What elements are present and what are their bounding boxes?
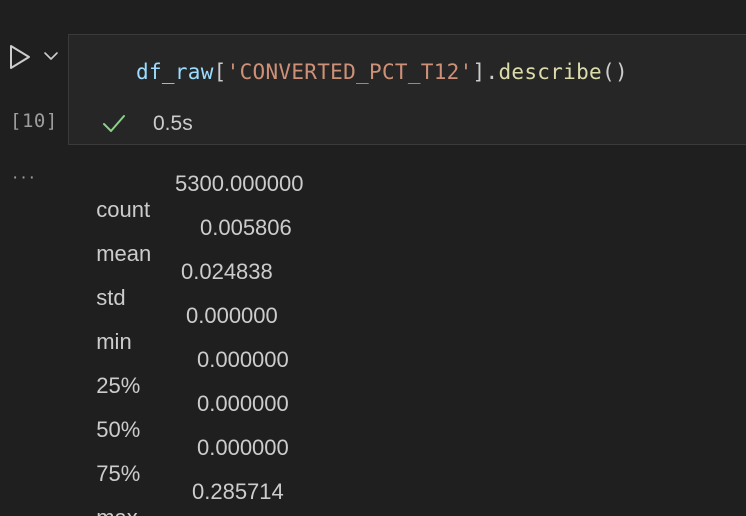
output-row-value: 0.024838 xyxy=(181,259,273,284)
code-cell-input[interactable]: df_raw['CONVERTED_PCT_T12'].describe() 0… xyxy=(68,34,746,145)
code-line[interactable]: df_raw['CONVERTED_PCT_T12'].describe() xyxy=(136,60,628,84)
output-row-value: 0.000000 xyxy=(197,435,289,460)
chevron-down-icon xyxy=(44,52,58,60)
output-row-value: 0.005806 xyxy=(200,215,292,240)
code-string-literal: 'CONVERTED_PCT_T12' xyxy=(226,60,473,84)
execution-count: [10] xyxy=(10,110,58,132)
output-row: max 0.285714 xyxy=(84,479,284,516)
code-open-bracket: [ xyxy=(213,60,227,84)
ellipsis-icon[interactable]: ··· xyxy=(12,168,37,187)
output-row-value: 0.000000 xyxy=(186,303,278,328)
output-row-value: 0.000000 xyxy=(197,391,289,416)
execution-duration: 0.5s xyxy=(153,112,193,135)
output-row-value: 5300.000000 xyxy=(175,171,304,196)
code-close-bracket: ] xyxy=(472,60,486,84)
code-variable: df_raw xyxy=(136,60,214,84)
play-icon xyxy=(10,45,30,69)
check-icon xyxy=(103,115,125,132)
output-row-value: 0.000000 xyxy=(197,347,289,372)
output-row-value: 0.285714 xyxy=(192,479,284,504)
run-options-button[interactable] xyxy=(43,49,59,63)
code-dot: . xyxy=(485,60,499,84)
code-parens: () xyxy=(602,60,628,84)
run-cell-button[interactable] xyxy=(8,44,32,70)
code-method: describe xyxy=(498,60,602,84)
output-row-label: max xyxy=(96,505,138,516)
